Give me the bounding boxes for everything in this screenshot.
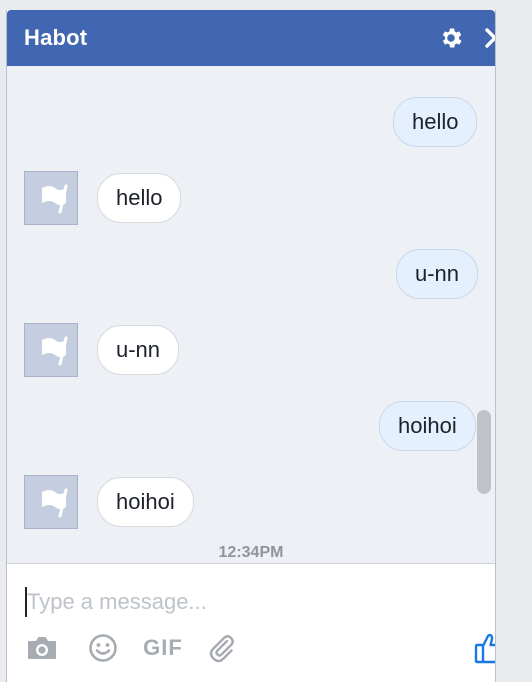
chat-title[interactable]: Habot [24, 25, 87, 51]
composer: GIF [7, 563, 495, 682]
message-bubble-outgoing[interactable]: u-nn [396, 249, 479, 299]
smiley-icon[interactable] [87, 632, 119, 664]
camera-icon[interactable] [25, 632, 59, 664]
message-bubble-incoming[interactable]: u-nn [97, 325, 180, 375]
message-bubble-incoming[interactable]: hoihoi [97, 477, 194, 527]
chat-window: Habot hello hello u-nn u-nn hoihoi hoiho… [6, 10, 496, 682]
thumbs-up-icon[interactable] [473, 632, 495, 664]
message-bubble-incoming[interactable]: hello [97, 173, 182, 223]
message-bubble-outgoing[interactable]: hello [393, 97, 478, 147]
gif-button[interactable]: GIF [143, 632, 183, 664]
message-input[interactable] [25, 587, 467, 617]
flag-icon[interactable] [24, 171, 78, 225]
gif-label: GIF [143, 635, 183, 660]
scrollbar-thumb[interactable] [477, 410, 491, 494]
close-icon[interactable] [481, 24, 495, 52]
message-list[interactable]: hello hello u-nn u-nn hoihoi hoihoi 12:3… [7, 66, 495, 563]
paperclip-icon[interactable] [205, 632, 239, 664]
message-timestamp: 12:34PM [218, 544, 284, 561]
message-bubble-outgoing[interactable]: hoihoi [379, 401, 476, 451]
flag-icon[interactable] [24, 475, 78, 529]
flag-icon[interactable] [24, 323, 78, 377]
chat-header[interactable]: Habot [7, 10, 495, 66]
gear-icon[interactable] [437, 24, 465, 52]
